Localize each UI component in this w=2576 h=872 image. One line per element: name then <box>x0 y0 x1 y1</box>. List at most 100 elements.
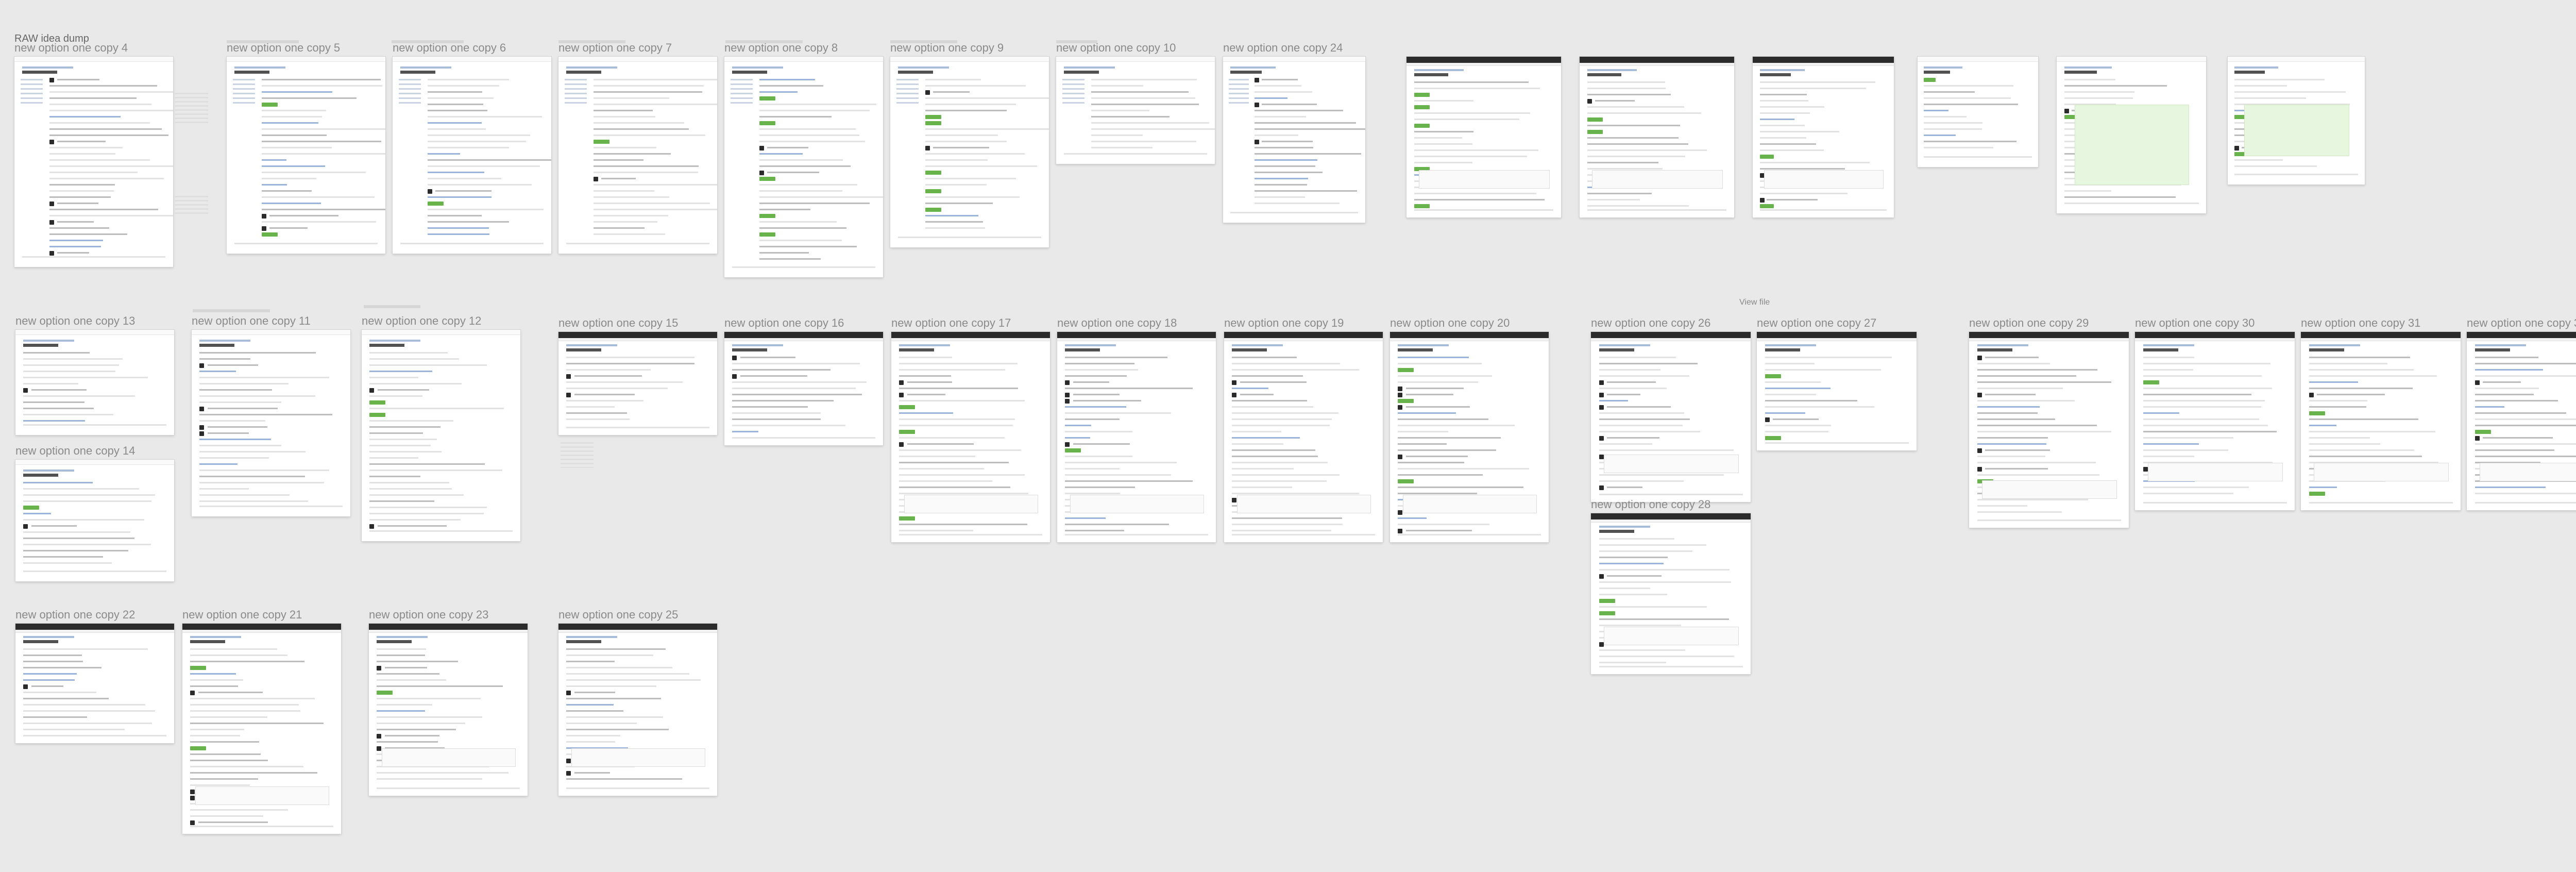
mockup-text-line <box>427 110 487 111</box>
artboard-mockup[interactable] <box>1969 332 2129 528</box>
artboard-mockup[interactable] <box>2057 57 2206 213</box>
artboard-mockup[interactable] <box>393 57 551 254</box>
mockup-text-line <box>767 147 808 148</box>
mockup-text-line <box>925 203 993 204</box>
mockup-link-line <box>2475 369 2544 371</box>
artboard-mockup[interactable] <box>1224 332 1383 542</box>
mockup-primary-button <box>369 413 386 417</box>
artboard-mockup[interactable] <box>1223 57 1365 223</box>
artboard-mockup[interactable] <box>558 57 717 254</box>
artboard-mockup[interactable] <box>362 330 520 541</box>
mockup-text-line <box>907 381 953 383</box>
artboard-mockup[interactable] <box>192 330 350 516</box>
mockup-sidebar-item <box>1229 79 1249 80</box>
mockup-primary-button <box>2143 380 2159 384</box>
mockup-text-line <box>199 488 249 490</box>
artboard-mockup[interactable] <box>15 330 174 435</box>
artboard-mockup[interactable] <box>1918 57 2038 167</box>
mockup-text-line <box>199 500 309 502</box>
artboard-mockup[interactable] <box>1390 332 1549 542</box>
mockup-primary-button <box>1398 368 1414 372</box>
artboard-mockup[interactable] <box>2135 332 2295 510</box>
mockup-text-line <box>261 141 382 142</box>
artboard-mockup[interactable] <box>1591 332 1751 502</box>
artboard-mockup[interactable] <box>182 624 341 834</box>
mockup-link-line <box>1765 412 1806 414</box>
artboard-mockup[interactable] <box>2467 332 2576 510</box>
mockup-text-line <box>1587 137 1679 139</box>
mockup-text-line <box>593 122 684 124</box>
artboard-mockup[interactable] <box>1753 57 1894 217</box>
artboard-mockup[interactable] <box>724 332 883 445</box>
mockup-text-line <box>2309 357 2411 358</box>
mockup-link-line <box>199 463 238 465</box>
mockup-text-line <box>925 227 985 229</box>
artboard-mockup[interactable] <box>15 460 174 581</box>
mockup-text-line <box>1232 517 1343 519</box>
mockup-text-line <box>1599 480 1684 482</box>
artboard-mockup[interactable] <box>1056 57 1215 164</box>
mockup-link-line <box>369 371 433 372</box>
mockup-text-line <box>1232 524 1343 525</box>
mockup-text-line <box>732 400 834 401</box>
mockup-header-bar <box>1580 57 1734 63</box>
mockup-link-line <box>759 153 803 155</box>
mockup-text-line <box>427 97 494 99</box>
mockup-sidebar-item <box>1229 88 1249 90</box>
artboard-mockup[interactable] <box>2228 57 2365 185</box>
mockup-sidebar-item <box>399 93 421 94</box>
mockup-text-line <box>1091 97 1195 99</box>
mockup-avatar <box>1977 467 1982 472</box>
mockup-link-line <box>566 704 614 706</box>
mockup-text-line <box>1065 468 1120 469</box>
mockup-text-line <box>269 215 338 216</box>
mockup-header-bar <box>1591 513 1751 519</box>
artboard-mockup[interactable] <box>1591 513 1751 674</box>
mockup-text-line <box>2309 437 2370 439</box>
mockup-text-line <box>190 772 318 774</box>
mockup-text-line <box>1232 462 1328 463</box>
mockup-text-line <box>2143 375 2262 377</box>
artboard-mockup[interactable] <box>1057 332 1216 542</box>
mockup-text-line <box>199 414 332 415</box>
mockup-link-line <box>427 233 490 235</box>
artboard-mockup[interactable] <box>369 624 528 796</box>
mockup-avatar <box>1599 642 1604 647</box>
frame-label: new option one copy 11 <box>192 314 311 327</box>
artboard-mockup[interactable] <box>1580 57 1734 217</box>
artboard-mockup[interactable] <box>14 57 173 267</box>
mockup-body <box>1224 341 1383 541</box>
mockup-breadcrumb <box>1065 344 1116 346</box>
mockup-sidebar-item <box>896 83 919 85</box>
mockup-text-line <box>1587 94 1671 95</box>
mockup-text-line <box>31 389 87 391</box>
artboard-mockup[interactable] <box>724 57 883 277</box>
mockup-primary-button <box>899 405 916 409</box>
mockup-avatar <box>1065 442 1070 447</box>
mockup-breadcrumb <box>1398 344 1449 346</box>
mockup-text-line <box>427 209 544 210</box>
artboard-mockup[interactable] <box>1406 57 1561 217</box>
artboard-mockup[interactable] <box>890 57 1049 247</box>
mockup-text-line <box>1599 588 1651 589</box>
mockup-primary-button <box>1599 599 1615 603</box>
mockup-text-line <box>1254 165 1316 167</box>
artboard-mockup[interactable] <box>891 332 1050 542</box>
artboard-mockup[interactable] <box>1757 332 1917 450</box>
mockup-sidebar-item <box>896 79 919 80</box>
mockup-sidebar-item <box>233 79 256 80</box>
artboard-mockup[interactable] <box>227 57 385 254</box>
mockup-breadcrumb <box>2064 66 2112 69</box>
mockup-sidebar-item <box>21 88 43 90</box>
mockup-text-line <box>369 507 487 508</box>
mockup-text-line <box>369 377 418 378</box>
mockup-comment-box <box>2479 463 2576 481</box>
artboard-mockup[interactable] <box>558 624 717 796</box>
artboard-mockup[interactable] <box>15 624 174 743</box>
mockup-text-line <box>1599 569 1730 571</box>
artboard-mockup[interactable] <box>2301 332 2461 510</box>
artboard-mockup[interactable] <box>558 332 717 435</box>
mockup-primary-button <box>377 691 393 695</box>
frame-label: new option one copy 21 <box>182 608 302 621</box>
mockup-text-line <box>925 97 1049 99</box>
